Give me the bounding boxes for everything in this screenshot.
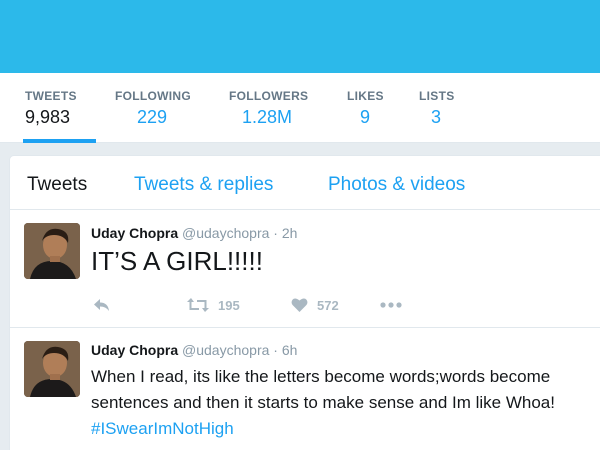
reply-button[interactable] (93, 295, 111, 315)
stat-likes-value: 9 (360, 107, 371, 127)
separator: · (273, 225, 278, 241)
tweet-item[interactable]: Uday Chopra @udaychopra · 6h When I read… (10, 328, 600, 450)
author-handle[interactable]: @udaychopra (182, 342, 269, 358)
tab-photos-and-videos[interactable]: Photos & videos (328, 174, 465, 196)
tweet-text: When I read, its like the letters become… (91, 364, 600, 442)
stat-likes-label: LIKES (347, 89, 384, 103)
tweet-item[interactable]: Uday Chopra @udaychopra · 2h IT’S A GIRL… (10, 211, 600, 328)
like-button[interactable]: 572 (291, 295, 339, 315)
active-stat-underline (23, 139, 96, 143)
tweet-timestamp[interactable]: 2h (282, 225, 298, 241)
tweets-timeline: Tweets Tweets & replies Photos & videos … (9, 155, 600, 450)
tweet-header: Uday Chopra @udaychopra · 2h (91, 225, 297, 241)
stat-tweets-value: 9,983 (25, 107, 71, 127)
profile-banner (0, 0, 600, 73)
stat-followers-label: FOLLOWERS (229, 89, 309, 103)
tweet-body: When I read, its like the letters become… (91, 367, 555, 412)
stat-lists-label: LISTS (419, 89, 455, 103)
stat-followers-value: 1.28M (242, 107, 293, 127)
like-count: 572 (317, 297, 339, 313)
retweet-button[interactable]: 195 (187, 295, 240, 315)
retweet-count: 195 (218, 297, 240, 313)
hashtag-link[interactable]: #ISwearImNotHigh (91, 419, 234, 438)
stat-following-label: FOLLOWING (115, 89, 192, 103)
avatar[interactable] (24, 223, 80, 279)
tab-tweets[interactable]: Tweets (27, 174, 87, 196)
stat-following-value: 229 (137, 107, 168, 127)
tab-tweets-and-replies[interactable]: Tweets & replies (134, 174, 273, 196)
more-icon (380, 302, 402, 308)
stat-lists-value: 3 (431, 107, 442, 127)
tweet-header: Uday Chopra @udaychopra · 6h (91, 342, 297, 358)
avatar[interactable] (24, 341, 80, 397)
reply-icon (94, 299, 109, 311)
author-name[interactable]: Uday Chopra (91, 342, 178, 358)
author-name[interactable]: Uday Chopra (91, 225, 178, 241)
retweet-icon (187, 298, 209, 312)
timeline-tabs: Tweets Tweets & replies Photos & videos (10, 156, 600, 210)
tweet-text: IT’S A GIRL!!!!! (91, 246, 263, 276)
profile-stats-bar: TWEETS 9,983 FOLLOWING 229 FOLLOWERS 1.2… (0, 73, 600, 143)
separator: · (273, 342, 278, 358)
more-button[interactable] (380, 295, 402, 315)
tweet-timestamp[interactable]: 6h (282, 342, 298, 358)
author-handle[interactable]: @udaychopra (182, 225, 269, 241)
heart-icon (291, 298, 308, 312)
tweet-actions: 195 572 (91, 295, 511, 315)
stat-tweets-label: TWEETS (25, 89, 77, 103)
